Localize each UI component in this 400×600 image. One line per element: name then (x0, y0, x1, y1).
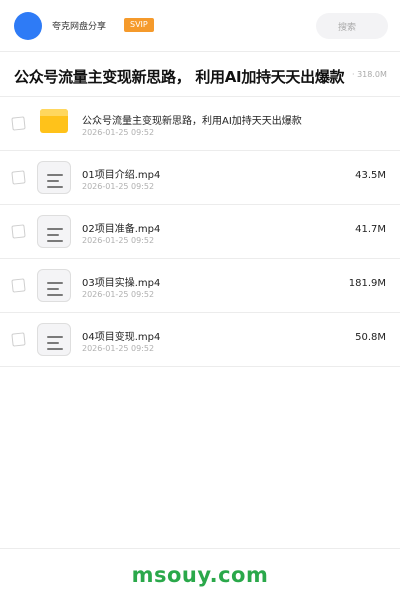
svip-badge[interactable]: SVIP (124, 18, 154, 32)
footer: msouy.com (0, 548, 400, 600)
page-title: 公众号流量主变现新思路， 利用AI加持天天出爆款 (14, 68, 345, 86)
list-item[interactable]: 02项目准备.mp4 2026-01-25 09:52 41.7M (0, 205, 400, 259)
video-file-icon (37, 215, 71, 248)
file-name: 公众号流量主变现新思路，利用AI加持天天出爆款 (82, 116, 302, 127)
file-size: 181.9M (348, 278, 386, 289)
list-item-folder[interactable]: 公众号流量主变现新思路，利用AI加持天天出爆款 2026-01-25 09:52 (0, 97, 400, 151)
file-size: 43.5M (355, 170, 386, 181)
watermark: msouy.com (131, 563, 269, 587)
row-checkbox[interactable] (11, 170, 26, 185)
app-name: 夸克网盘分享 (52, 22, 107, 32)
file-date: 2026-01-25 09:52 (82, 236, 155, 245)
search-label: 搜索 (338, 23, 357, 33)
row-checkbox[interactable] (11, 224, 26, 239)
folder-title-row: 公众号流量主变现新思路， 利用AI加持天天出爆款 · 318.0M (0, 52, 400, 97)
file-date: 2026-01-25 09:52 (82, 290, 155, 299)
video-file-icon (37, 161, 71, 194)
file-date: 2026-01-25 09:52 (82, 344, 155, 353)
list-item[interactable]: 04项目变现.mp4 2026-01-25 09:52 50.8M (0, 313, 400, 367)
header: 夸克网盘分享 SVIP 搜索 (0, 0, 400, 52)
folder-icon (40, 109, 68, 133)
file-name: 03项目实操.mp4 (82, 278, 161, 289)
search-button[interactable]: 搜索 (316, 13, 388, 39)
file-list: 公众号流量主变现新思路，利用AI加持天天出爆款 2026-01-25 09:52… (0, 97, 400, 367)
list-item[interactable]: 01项目介绍.mp4 2026-01-25 09:52 43.5M (0, 151, 400, 205)
row-checkbox[interactable] (11, 116, 26, 131)
file-date: 2026-01-25 09:52 (82, 128, 155, 137)
file-size: 50.8M (355, 332, 386, 343)
file-name: 02项目准备.mp4 (82, 224, 161, 235)
row-checkbox[interactable] (11, 332, 26, 347)
file-date: 2026-01-25 09:52 (82, 182, 155, 191)
video-file-icon (37, 269, 71, 302)
avatar[interactable] (14, 12, 42, 40)
file-name: 01项目介绍.mp4 (82, 170, 161, 181)
file-name: 04项目变现.mp4 (82, 332, 161, 343)
row-checkbox[interactable] (11, 278, 26, 293)
folder-total-size: · 318.0M (352, 70, 387, 79)
list-item[interactable]: 03项目实操.mp4 2026-01-25 09:52 181.9M (0, 259, 400, 313)
video-file-icon (37, 323, 71, 356)
file-size: 41.7M (355, 224, 386, 235)
